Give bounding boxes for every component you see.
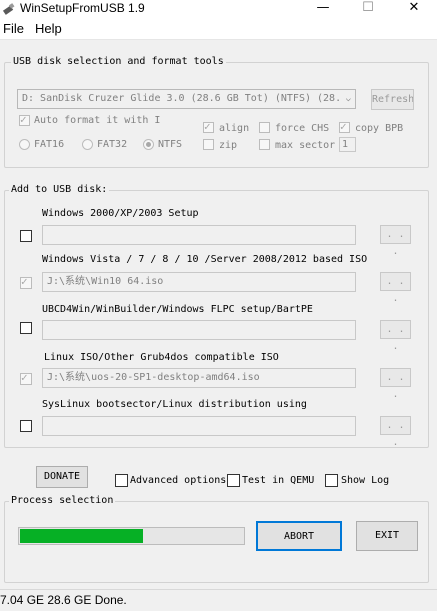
menu-help[interactable]: Help xyxy=(35,21,62,36)
ubcd4win-label: UBCD4Win/WinBuilder/Windows FLPC setup/B… xyxy=(42,304,313,315)
usb-app-icon xyxy=(2,3,15,15)
zip-label: zip xyxy=(219,140,238,151)
align-label: align xyxy=(219,123,250,134)
auto-format-label: Auto format it with I xyxy=(34,115,161,126)
force-chs-checkbox[interactable] xyxy=(259,122,270,133)
radio-selected-dot xyxy=(146,142,151,147)
ubcd4win-browse-button[interactable]: . . . xyxy=(380,320,411,352)
maximize-button[interactable]: ☐ xyxy=(345,0,391,18)
max-sector-input[interactable]: 1 xyxy=(339,137,356,152)
close-button[interactable]: ✕ xyxy=(391,0,437,18)
windows-xp-label: Windows 2000/XP/2003 Setup xyxy=(42,208,199,219)
force-chs-label: force CHS xyxy=(275,123,330,134)
usb-tools-group-title: USB disk selection and format tools xyxy=(11,56,226,67)
add-to-usb-group-title: Add to USB disk: xyxy=(9,184,110,195)
ubcd4win-checkbox[interactable] xyxy=(20,322,32,334)
ubcd4win-path-field[interactable] xyxy=(42,320,356,340)
linux-iso-label: Linux ISO/Other Grub4dos compatible ISO xyxy=(44,352,279,363)
syslinux-checkbox[interactable] xyxy=(20,420,32,432)
test-qemu-checkbox[interactable] xyxy=(227,474,240,487)
menu-bar xyxy=(0,18,437,40)
checkmark-icon: ✓ xyxy=(340,120,347,133)
advanced-options-label: Advanced options xyxy=(130,475,227,486)
checkmark-icon: ✓ xyxy=(21,275,28,288)
usb-disk-dropdown[interactable]: D: SanDisk Cruzer Glide 3.0 (28.6 GB Tot… xyxy=(17,89,356,109)
auto-format-checkbox[interactable]: ✓ xyxy=(19,113,30,126)
zip-checkbox[interactable] xyxy=(203,139,214,150)
chevron-down-icon: ⌵ xyxy=(345,94,351,104)
fat16-radio[interactable] xyxy=(19,139,30,150)
checkmark-icon: ✓ xyxy=(20,113,27,126)
max-sector-checkbox[interactable] xyxy=(259,139,270,150)
test-qemu-label: Test in QEMU xyxy=(242,475,315,486)
windows-xp-browse-button[interactable]: . . . xyxy=(380,225,411,257)
windows-vista-path-field[interactable]: J:\系统\Win10 64.iso xyxy=(42,272,356,292)
windows-xp-checkbox[interactable] xyxy=(20,230,32,242)
ntfs-radio[interactable] xyxy=(143,139,154,150)
abort-button[interactable]: ABORT xyxy=(256,521,342,551)
status-text: 7.04 GE 28.6 GE Done. xyxy=(0,593,127,607)
linux-iso-checkbox[interactable]: ✓ xyxy=(20,371,32,385)
syslinux-label: SysLinux bootsector/Linux distribution u… xyxy=(42,399,307,410)
fat32-label: FAT32 xyxy=(97,139,128,150)
windows-vista-browse-button[interactable]: . . . xyxy=(380,272,411,304)
checkmark-icon: ✓ xyxy=(204,120,211,133)
max-sector-label: max sector xyxy=(275,140,336,151)
copy-bpb-label: copy BPB xyxy=(355,123,404,134)
copy-bpb-checkbox[interactable]: ✓ xyxy=(339,120,350,133)
syslinux-path-field[interactable] xyxy=(42,416,356,436)
usb-disk-selected: D: SanDisk Cruzer Glide 3.0 (28.6 GB Tot… xyxy=(22,93,342,104)
linux-iso-browse-button[interactable]: . . . xyxy=(380,368,411,400)
refresh-button[interactable]: Refresh xyxy=(371,89,414,110)
ntfs-label: NTFS xyxy=(158,139,183,150)
process-group-title: Process selection xyxy=(9,495,116,506)
show-log-label: Show Log xyxy=(341,475,390,486)
window-title: WinSetupFromUSB 1.9 xyxy=(20,1,145,15)
windows-vista-checkbox[interactable]: ✓ xyxy=(20,275,32,289)
windows-vista-label: Windows Vista / 7 / 8 / 10 /Server 2008/… xyxy=(42,254,368,265)
progress-bar xyxy=(18,527,245,545)
fat16-label: FAT16 xyxy=(34,139,65,150)
align-checkbox[interactable]: ✓ xyxy=(203,120,214,133)
advanced-options-checkbox[interactable] xyxy=(115,474,128,487)
donate-button[interactable]: DONATE xyxy=(36,466,88,488)
syslinux-browse-button[interactable]: . . . xyxy=(380,416,411,448)
windows-xp-path-field[interactable] xyxy=(42,225,356,245)
linux-iso-path-field[interactable]: J:\系统\uos-20-SP1-desktop-amd64.iso xyxy=(42,368,356,388)
progress-bar-fill xyxy=(20,529,143,543)
fat32-radio[interactable] xyxy=(82,139,93,150)
minimize-button[interactable]: — xyxy=(300,0,346,18)
menu-file[interactable]: File xyxy=(3,21,24,36)
exit-button[interactable]: EXIT xyxy=(356,521,418,551)
checkmark-icon: ✓ xyxy=(21,371,28,384)
show-log-checkbox[interactable] xyxy=(325,474,338,487)
